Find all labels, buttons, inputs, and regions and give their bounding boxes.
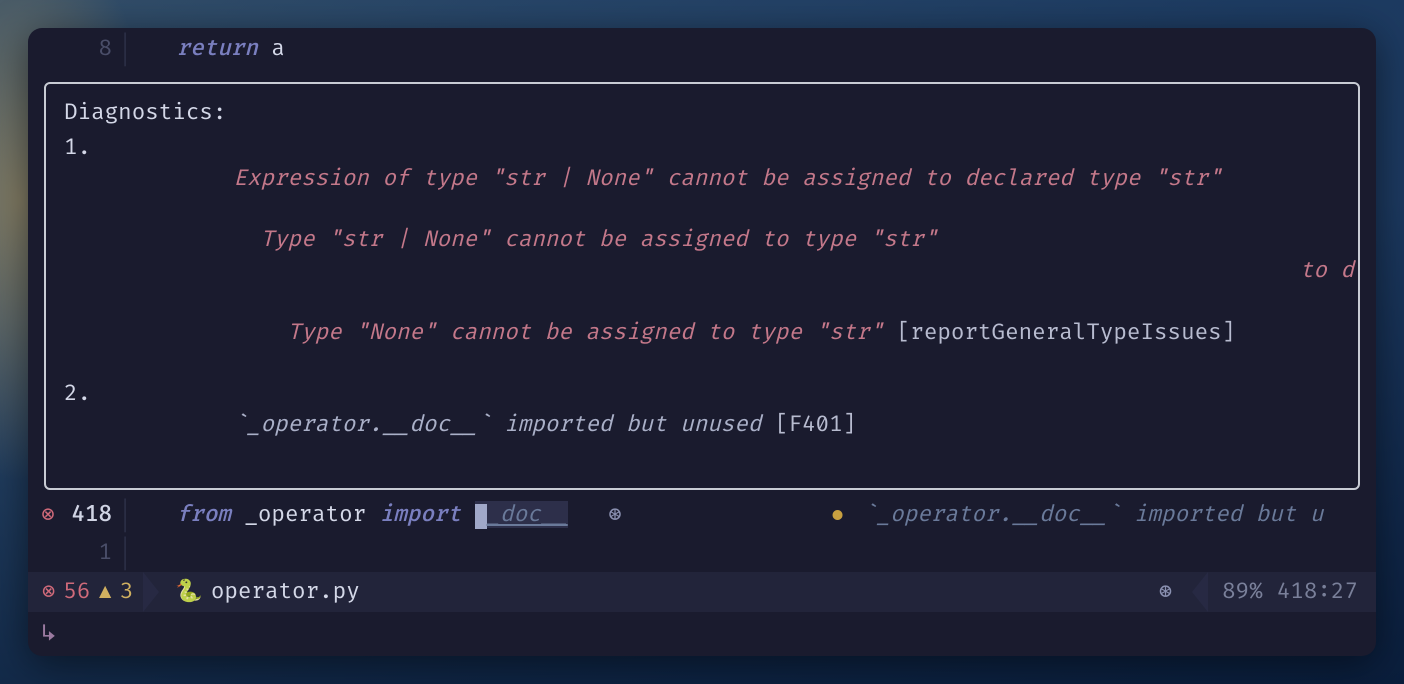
error-count: 56 xyxy=(63,577,90,608)
diagnostics-popup[interactable]: Diagnostics: 1. Expression of type "str … xyxy=(44,82,1360,490)
filename-text: operator.py xyxy=(211,577,360,608)
error-sign-icon: ⊗ xyxy=(28,500,68,531)
keyword-return: return xyxy=(177,35,258,62)
warning-count: 3 xyxy=(120,577,134,608)
status-line: ⊗ 56 ▲ 3 🐍 operator.py ⊛ 89% 418:27 xyxy=(28,572,1376,612)
module-name: _operator xyxy=(244,501,366,528)
scroll-percent: 89% xyxy=(1222,577,1263,608)
code-line-active[interactable]: ⊗ 418 │ from _operator import _doc__ ⊛ ●… xyxy=(28,500,1376,538)
separator-chevron-icon xyxy=(143,572,159,612)
status-diagnostics[interactable]: ⊗ 56 ▲ 3 xyxy=(32,572,143,612)
diagnostic-item[interactable]: 2. `_operator.__doc__` imported but unus… xyxy=(64,379,1340,471)
diagnostic-error-text: Type "str | None" cannot be assigned to … xyxy=(233,226,937,253)
inline-diagnostic: ● `_operator.__doc__` imported but u xyxy=(832,500,1323,531)
cursor-position: 418:27 xyxy=(1277,577,1358,608)
diagnostic-item[interactable]: 1. Expression of type "str | None" canno… xyxy=(64,133,1340,379)
gutter-separator: │ xyxy=(118,538,132,569)
overflow-text: to d xyxy=(1300,256,1354,287)
diagnostic-body: Expression of type "str | None" cannot b… xyxy=(98,133,1340,379)
modified-marker-icon: ⊛ xyxy=(1159,577,1172,608)
identifier: a xyxy=(271,35,285,62)
line-number-active: 418 xyxy=(68,500,118,531)
imported-symbol: _doc__ xyxy=(487,501,568,528)
status-filename[interactable]: 🐍 operator.py xyxy=(165,572,369,612)
diagnostic-category: [reportGeneralTypeIssues] xyxy=(897,319,1235,346)
gutter-separator: │ xyxy=(118,34,132,65)
editor-viewport[interactable]: 8 │ return a Diagnostics: 1. Expression … xyxy=(28,28,1376,572)
diagnostic-category: [F401] xyxy=(775,411,856,438)
error-count-icon: ⊗ xyxy=(42,577,55,608)
diagnostics-title: Diagnostics: xyxy=(64,98,1340,129)
code-line[interactable]: 8 │ return a xyxy=(28,34,1376,72)
prompt-icon: ↳ xyxy=(42,619,56,650)
keyword-from: from xyxy=(177,501,231,528)
modified-marker-icon: ⊛ xyxy=(608,501,621,528)
warning-dot-icon: ● xyxy=(832,502,843,527)
code-content[interactable]: return a xyxy=(132,34,1376,65)
diagnostic-number: 2. xyxy=(64,379,98,471)
code-content[interactable]: from _operator import _doc__ ⊛ ● `_opera… xyxy=(132,500,1376,572)
line-number: 1 xyxy=(68,538,118,569)
diagnostic-error-text: Type "None" cannot be assigned to type "… xyxy=(233,319,883,346)
inline-diagnostic-text: `_operator.__doc__` imported but u xyxy=(863,500,1323,531)
gutter-separator: │ xyxy=(118,500,132,531)
diagnostic-number: 1. xyxy=(64,133,98,379)
keyword-import: import xyxy=(380,501,461,528)
command-line[interactable]: ↳ xyxy=(28,612,1376,656)
separator-chevron-icon xyxy=(1192,572,1208,612)
cursor xyxy=(475,504,487,528)
status-right: ⊛ 89% 418:27 xyxy=(1159,572,1372,612)
highlighted-symbol: _doc__ xyxy=(475,501,568,528)
diagnostic-warning-text: `_operator.__doc__` imported but unused xyxy=(233,411,761,438)
line-number: 8 xyxy=(68,34,118,65)
terminal-window: 8 │ return a Diagnostics: 1. Expression … xyxy=(28,28,1376,656)
diagnostic-body: `_operator.__doc__` imported but unused … xyxy=(98,379,1340,471)
warning-count-icon: ▲ xyxy=(98,577,112,608)
diagnostic-error-text: Expression of type "str | None" cannot b… xyxy=(233,165,1221,192)
python-icon: 🐍 xyxy=(175,577,202,608)
